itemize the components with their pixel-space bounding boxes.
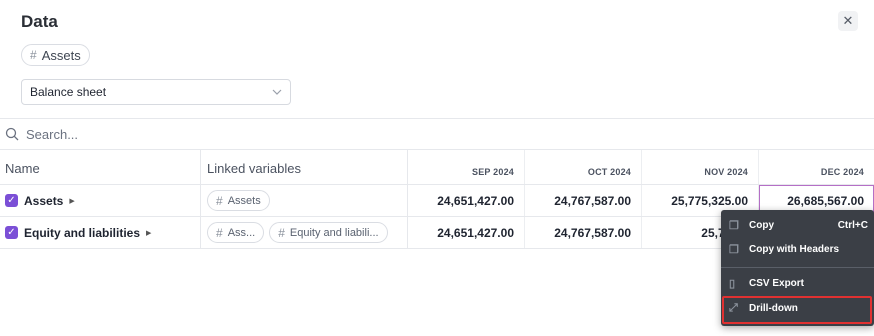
linked-variable-chip[interactable]: # Assets [207, 190, 270, 211]
linked-variable-label: Equity and liabili... [289, 226, 379, 239]
expand-caret-icon[interactable]: ▶ [146, 229, 151, 237]
copy-icon: ❐ [729, 243, 739, 256]
view-select-value: Balance sheet [30, 85, 107, 99]
linked-variable-label: Assets [227, 194, 261, 207]
column-header-month[interactable]: DEC 2024 [759, 150, 874, 184]
menu-item-label: CSV Export [749, 277, 805, 289]
search-icon [5, 127, 19, 141]
value-cell[interactable]: 24,651,427.00 [408, 185, 525, 216]
expand-icon: ⤢ [729, 301, 738, 314]
menu-item-label: Copy [749, 219, 774, 231]
variable-tag[interactable]: # Assets [21, 44, 90, 66]
hash-icon: # [216, 225, 223, 240]
view-select[interactable]: Balance sheet [21, 79, 291, 105]
menu-item-shortcut: Ctrl+C [837, 219, 868, 231]
row-name-cell: ✓ Equity and liabilities ▶ [0, 217, 201, 248]
column-header-month[interactable]: NOV 2024 [642, 150, 759, 184]
linked-variables-cell: # Ass... # Equity and liabili... [201, 217, 408, 248]
column-header-linked[interactable]: Linked variables [201, 150, 408, 184]
context-menu-item-copy-with-headers[interactable]: ❐ Copy with Headers [721, 237, 874, 261]
context-menu-item-drill-down[interactable]: ⤢ Drill-down [721, 296, 874, 320]
context-menu: ❐ Copy Ctrl+C ❐ Copy with Headers ▯ CSV … [721, 210, 874, 326]
value-cell[interactable]: 24,767,587.00 [525, 217, 642, 248]
row-checkbox[interactable]: ✓ [5, 226, 18, 239]
linked-variable-chip[interactable]: # Ass... [207, 222, 265, 243]
value-cell[interactable]: 24,651,427.00 [408, 217, 525, 248]
context-menu-item-copy[interactable]: ❐ Copy Ctrl+C [721, 213, 874, 237]
menu-item-label: Drill-down [749, 302, 798, 314]
menu-separator [721, 267, 874, 268]
search-bar[interactable]: Search... [0, 119, 874, 150]
row-name: Assets [24, 193, 64, 208]
row-name-cell: ✓ Assets ▶ [0, 185, 201, 216]
close-button[interactable]: ✕ [838, 11, 858, 31]
context-menu-item-csv-export[interactable]: ▯ CSV Export [721, 271, 874, 295]
linked-variable-label: Ass... [227, 226, 256, 239]
file-icon: ▯ [729, 277, 736, 290]
dialog-title: Data [21, 12, 58, 31]
hash-icon: # [278, 225, 285, 240]
linked-variable-chip[interactable]: # Equity and liabili... [269, 222, 388, 243]
linked-variables-cell: # Assets [201, 185, 408, 216]
row-checkbox[interactable]: ✓ [5, 194, 18, 207]
table-header-row: Name Linked variables SEP 2024 OCT 2024 … [0, 150, 874, 185]
chevron-down-icon [272, 87, 282, 98]
close-icon: ✕ [842, 13, 854, 28]
row-name: Equity and liabilities [24, 225, 141, 240]
column-header-month[interactable]: SEP 2024 [408, 150, 525, 184]
column-header-name[interactable]: Name [0, 150, 201, 184]
value-cell[interactable]: 24,767,587.00 [525, 185, 642, 216]
menu-item-label: Copy with Headers [749, 243, 840, 255]
hash-icon: # [30, 48, 37, 62]
variable-tag-label: Assets [41, 47, 81, 63]
hash-icon: # [216, 193, 223, 208]
copy-icon: ❐ [729, 219, 739, 232]
column-header-month[interactable]: OCT 2024 [525, 150, 642, 184]
search-input[interactable]: Search... [26, 127, 78, 142]
expand-caret-icon[interactable]: ▶ [69, 197, 74, 205]
